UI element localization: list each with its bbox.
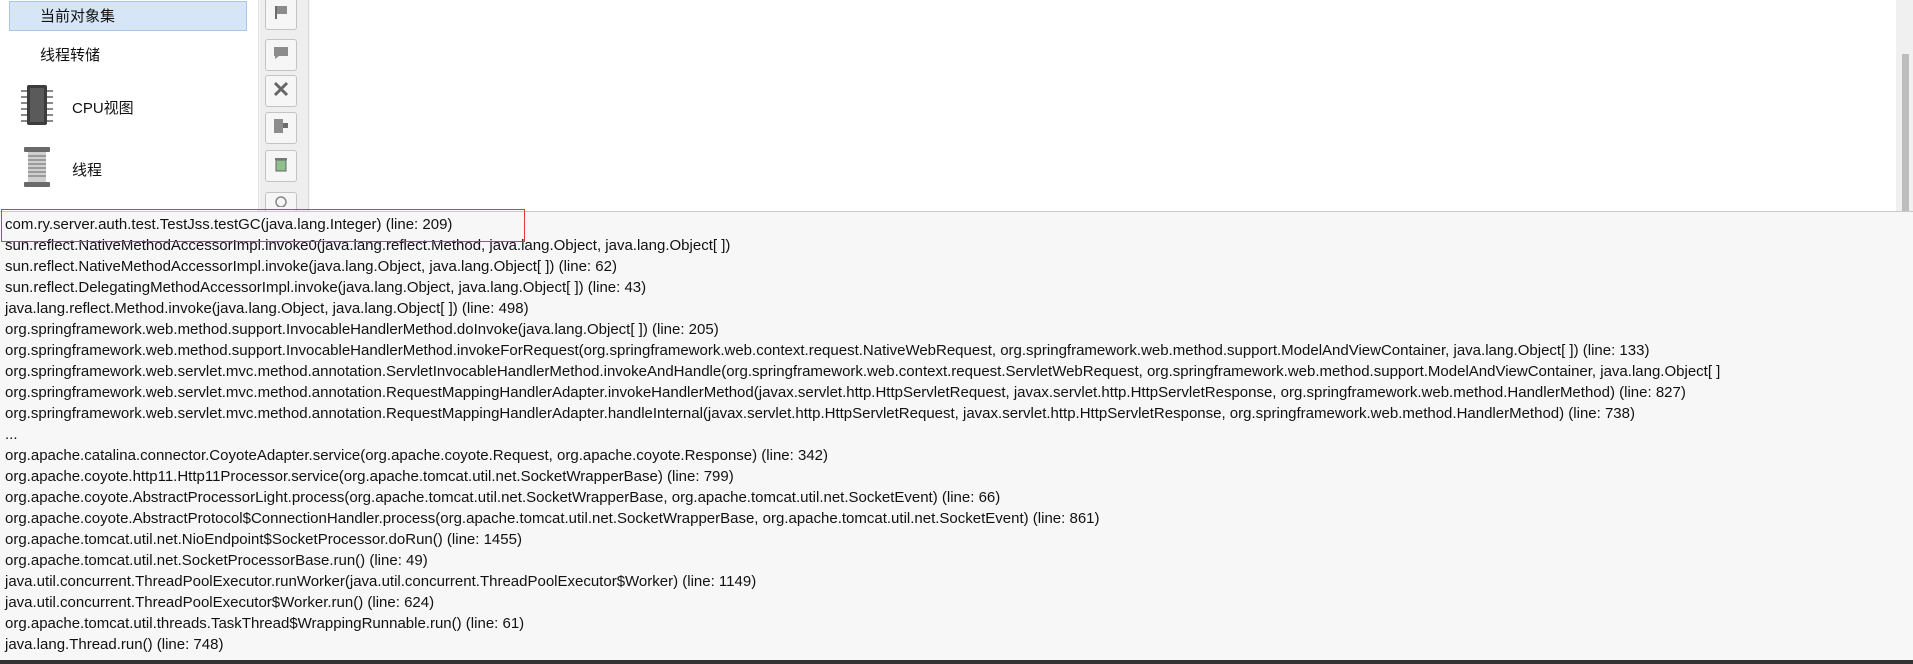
stack-frame[interactable]: sun.reflect.DelegatingMethodAccessorImpl… <box>5 277 646 298</box>
flag-icon <box>272 3 290 26</box>
clear-icon <box>272 155 290 178</box>
stack-frame[interactable]: org.springframework.web.method.support.I… <box>5 340 1649 361</box>
stack-frame[interactable]: java.util.concurrent.ThreadPoolExecutor.… <box>5 571 756 592</box>
circle-plus-icon <box>274 193 288 212</box>
vertical-scrollbar[interactable] <box>1896 0 1913 212</box>
sidebar-item-label: 线程 <box>72 161 103 179</box>
stack-frame[interactable]: org.apache.tomcat.util.threads.TaskThrea… <box>5 613 524 634</box>
thread-spool-icon <box>20 145 54 194</box>
stack-frame[interactable]: sun.reflect.NativeMethodAccessorImpl.inv… <box>5 256 617 277</box>
add-button[interactable] <box>265 192 297 212</box>
export-button[interactable] <box>265 112 297 144</box>
stack-frame[interactable]: org.springframework.web.method.support.I… <box>5 319 719 340</box>
stack-frame[interactable]: java.util.concurrent.ThreadPoolExecutor$… <box>5 592 434 613</box>
flag-button[interactable] <box>265 0 297 30</box>
sidebar-item-threads[interactable]: 线程 <box>20 144 250 194</box>
sidebar-item-label: 当前对象集 <box>40 8 116 25</box>
sidebar-item-thread-dump[interactable]: 线程转储 <box>9 41 247 71</box>
stack-frame[interactable]: org.springframework.web.servlet.mvc.meth… <box>5 403 1635 424</box>
stack-frame[interactable]: org.apache.coyote.http11.Http11Processor… <box>5 466 734 487</box>
vertical-toolbar <box>260 0 309 212</box>
stack-frame[interactable]: java.lang.Thread.run() (line: 748) <box>5 634 223 655</box>
stack-frame[interactable]: ... <box>5 424 18 445</box>
sidebar-item-label: 线程转储 <box>40 47 101 64</box>
stack-frame[interactable]: org.apache.coyote.AbstractProcessorLight… <box>5 487 1000 508</box>
stack-frame[interactable]: org.springframework.web.servlet.mvc.meth… <box>5 382 1686 403</box>
sidebar-item-cpu-view[interactable]: CPU视图 <box>20 82 250 132</box>
export-icon <box>272 117 290 140</box>
cpu-chip-icon <box>20 83 54 132</box>
scrollbar-thumb[interactable] <box>1902 54 1909 212</box>
bottom-edge <box>0 660 1913 664</box>
stack-frame[interactable]: java.lang.reflect.Method.invoke(java.lan… <box>5 298 529 319</box>
clear-button[interactable] <box>265 150 297 182</box>
object-view-pane <box>310 0 1913 212</box>
close-button[interactable] <box>265 75 297 107</box>
stack-frame[interactable]: org.apache.tomcat.util.net.SocketProcess… <box>5 550 428 571</box>
comment-button[interactable] <box>265 39 297 71</box>
stack-frame[interactable]: org.apache.tomcat.util.net.NioEndpoint$S… <box>5 529 522 550</box>
stack-trace-pane: com.ry.server.auth.test.TestJss.testGC(j… <box>0 212 1913 660</box>
stack-frame[interactable]: org.apache.catalina.connector.CoyoteAdap… <box>5 445 828 466</box>
close-icon <box>272 80 290 103</box>
stack-frame[interactable]: org.apache.coyote.AbstractProtocol$Conne… <box>5 508 1100 529</box>
stack-frame[interactable]: com.ry.server.auth.test.TestJss.testGC(j… <box>5 214 452 235</box>
stack-frame[interactable]: sun.reflect.NativeMethodAccessorImpl.inv… <box>5 235 730 256</box>
comment-icon <box>272 44 290 67</box>
sidebar: 当前对象集 线程转储 CPU视图 线程 <box>0 0 259 212</box>
stack-frame[interactable]: org.springframework.web.servlet.mvc.meth… <box>5 361 1720 382</box>
sidebar-item-label: CPU视图 <box>72 99 134 117</box>
sidebar-item-current-object-set[interactable]: 当前对象集 <box>9 1 247 31</box>
